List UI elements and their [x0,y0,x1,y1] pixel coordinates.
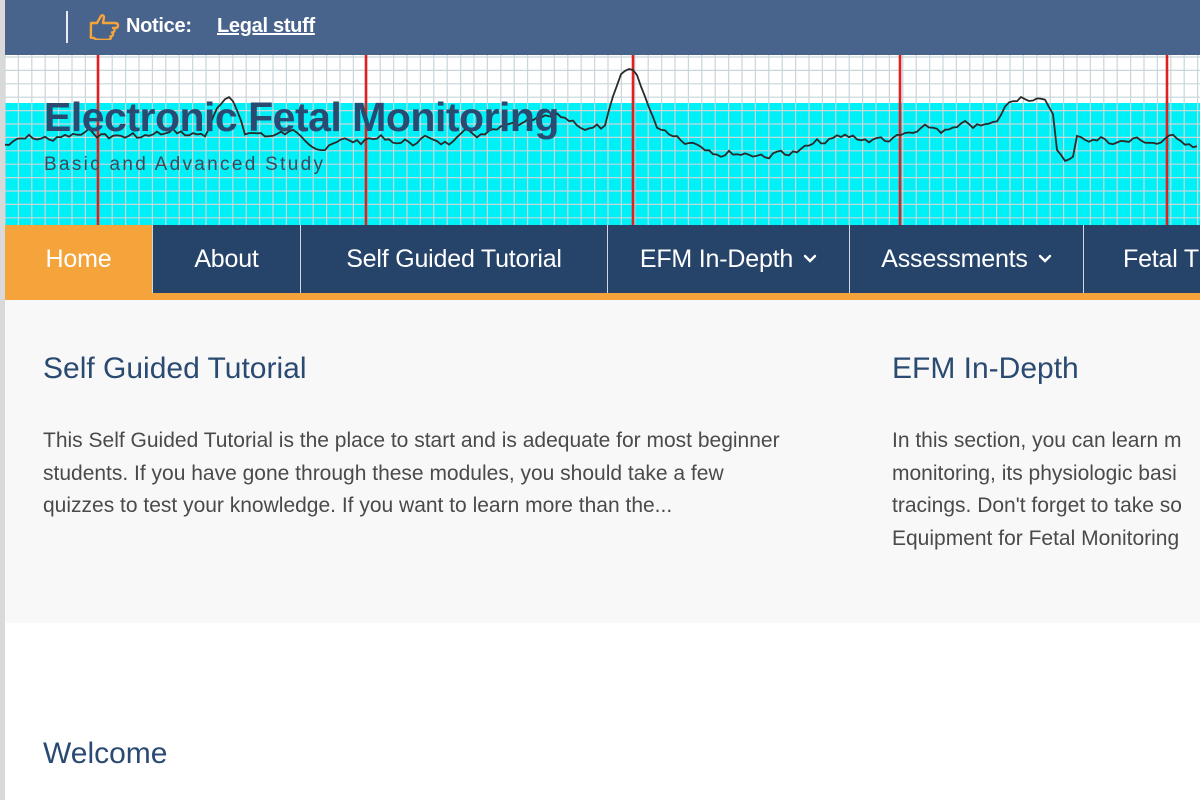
nav-item-label: Home [45,244,112,273]
legal-stuff-link[interactable]: Legal stuff [217,15,315,38]
nav-item-assessments[interactable]: Assessments [850,225,1084,293]
text-line: Equipment for Fetal Monitoring [892,526,1180,550]
nav-item-home[interactable]: Home [5,225,153,293]
text-line: tracings. Don't forget to take so [892,494,1182,517]
text-line: students. If you have gone through these… [43,461,724,485]
notice-bar: Notice: Legal stuff [0,0,1200,55]
nav-item-efm-in-depth[interactable]: EFM In-Depth [608,225,850,293]
nav-item-label: Fetal T [1123,244,1199,273]
text-line: This Self Guided Tutorial is the place t… [43,429,780,452]
site-tagline: Basic and Advanced Study [44,154,326,175]
header-banner: Electronic Fetal Monitoring Basic and Ad… [5,55,1200,225]
section-title-efm-in-depth[interactable]: EFM In-Depth [892,352,1079,386]
section-text-self-guided-tutorial: This Self Guided Tutorial is the place t… [43,425,853,523]
nav-item-label: Assessments [881,244,1028,273]
notice-divider [66,11,68,43]
notice-label: Notice: [126,15,192,37]
nav-item-label: Self Guided Tutorial [346,244,562,273]
nav-item-about[interactable]: About [153,225,301,293]
nav-item-label: About [194,244,259,273]
window-left-edge [0,0,5,800]
content-area: Self Guided Tutorial This Self Guided Tu… [5,300,1200,623]
section-title-self-guided-tutorial[interactable]: Self Guided Tutorial [43,352,306,386]
welcome-heading: Welcome [43,737,168,770]
chevron-down-icon [803,254,817,263]
site-title[interactable]: Electronic Fetal Monitoring [44,94,559,141]
section-text-efm-in-depth: In this section, you can learn m monitor… [892,425,1200,555]
text-line: monitoring, its physiologic basi [892,461,1177,485]
nav-item-fetal[interactable]: Fetal T [1084,225,1200,293]
nav-item-label: EFM In-Depth [639,244,794,273]
nav-item-self-guided-tutorial[interactable]: Self Guided Tutorial [301,225,608,293]
main-nav: Home About Self Guided Tutorial EFM In-D… [5,225,1200,300]
chevron-down-icon [1038,254,1051,263]
text-line: quizzes to test your knowledge. If you w… [43,494,673,517]
pointing-hand-icon [89,14,120,40]
text-line: In this section, you can learn m [892,429,1182,452]
